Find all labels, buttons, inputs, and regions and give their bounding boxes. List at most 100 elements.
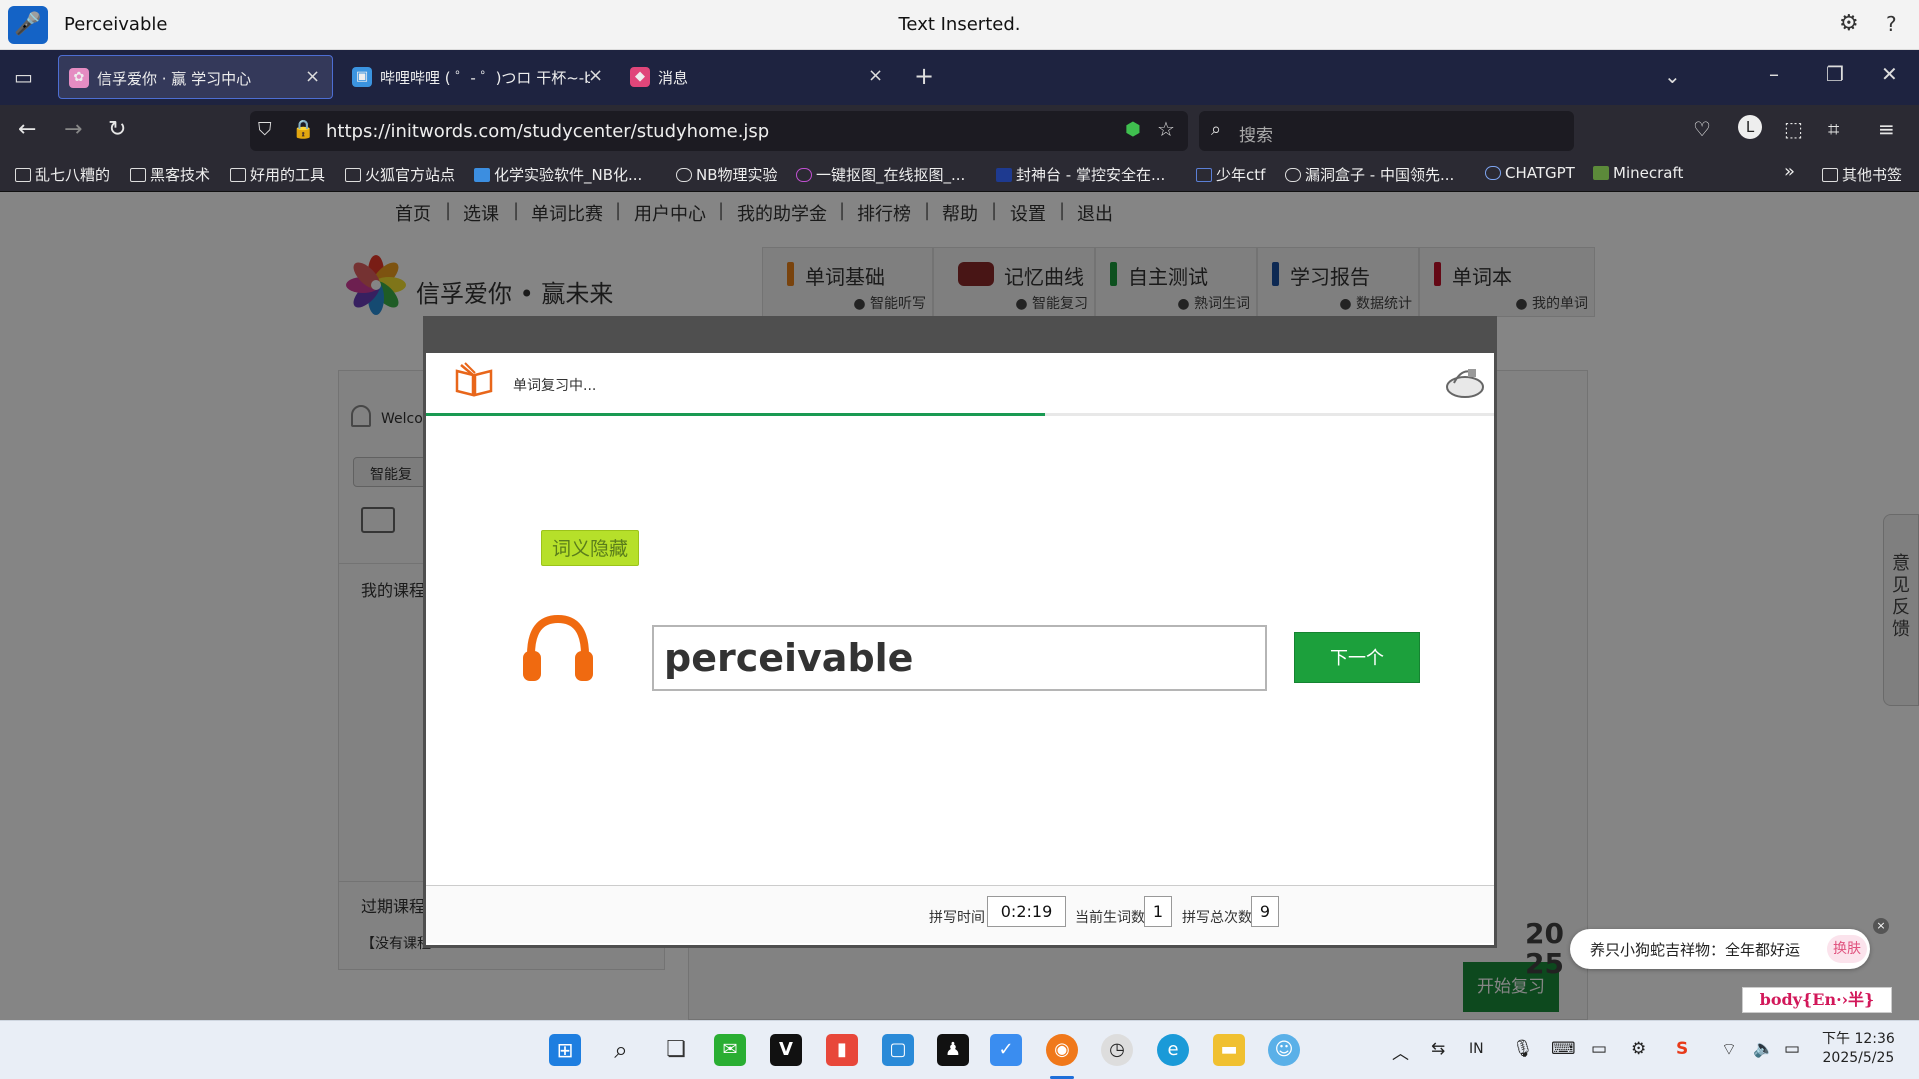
tray-switch-icon[interactable]: ⇆ bbox=[1431, 1039, 1445, 1059]
chevron-up-icon[interactable]: ︿ bbox=[1392, 1039, 1409, 1064]
restore-icon[interactable]: ❐ bbox=[1826, 62, 1844, 86]
wifi-icon[interactable]: ⌔ bbox=[1721, 1039, 1737, 1060]
feishu-icon[interactable]: ✓ bbox=[990, 1034, 1022, 1066]
spelling-time-label: 拼写时间 bbox=[929, 910, 985, 926]
bookmark-label: 化学实验软件_NB化... bbox=[494, 166, 643, 184]
ime-status-indicator[interactable]: body{En·›半} bbox=[1742, 987, 1892, 1013]
voice-access-icon[interactable]: ☺ bbox=[1268, 1034, 1300, 1066]
extension-js-icon[interactable]: ⬢ bbox=[1125, 119, 1141, 140]
tab-study-center[interactable]: ✿ 信孚爱你 · 赢 学习中心 × bbox=[58, 55, 333, 99]
headphones-icon[interactable] bbox=[521, 613, 595, 683]
chemistry-icon bbox=[474, 168, 490, 182]
edge-icon[interactable]: e bbox=[1157, 1034, 1189, 1066]
bookmark-link[interactable]: CHATGPT bbox=[1485, 164, 1575, 182]
qq-penguin-icon[interactable]: ♟ bbox=[937, 1034, 969, 1066]
tray-ime-icon[interactable]: IN bbox=[1469, 1041, 1484, 1057]
close-icon[interactable]: × bbox=[305, 66, 320, 87]
battery-icon[interactable]: ▭ bbox=[1784, 1039, 1800, 1059]
bilibili-favicon-icon: ▣ bbox=[352, 67, 372, 87]
close-icon[interactable]: × bbox=[868, 65, 883, 86]
wechat-icon[interactable]: ✉ bbox=[714, 1034, 746, 1066]
bookmark-folder[interactable]: 火狐官方站点 bbox=[345, 164, 455, 185]
vim-icon[interactable]: V bbox=[770, 1034, 802, 1066]
taskbar: ⊞ ⌕ ❏ ✉ V ▮ ▢ ♟ ✓ ◉ ◷ e ▬ ☺ ︿ ⇆ IN 🎙 ⌨ ▭… bbox=[0, 1020, 1919, 1079]
total-spellings-label: 拼写总次数 bbox=[1182, 910, 1252, 926]
shield-icon[interactable]: ⛉ bbox=[258, 119, 272, 140]
bookmark-folder[interactable]: 黑客技术 bbox=[130, 164, 210, 185]
minimize-icon[interactable]: – bbox=[1769, 62, 1779, 86]
reload-icon[interactable]: ↻ bbox=[108, 117, 126, 142]
folder-icon bbox=[15, 168, 31, 182]
extensions-icon[interactable]: ⬚ bbox=[1784, 117, 1803, 141]
gear-icon[interactable]: ⚙ bbox=[1839, 11, 1859, 36]
notes-app-icon[interactable]: ▮ bbox=[826, 1034, 858, 1066]
lock-icon[interactable]: 🔒 bbox=[292, 119, 314, 140]
bookmark-label: 漏洞盒子 - 中国领先... bbox=[1305, 166, 1455, 184]
help-icon[interactable]: ? bbox=[1886, 12, 1897, 36]
tab-bilibili[interactable]: ▣ 哔哩哔哩 ( ゜- ゜)つロ 干杯~-bil × bbox=[342, 55, 607, 99]
window-close-icon[interactable]: ✕ bbox=[1881, 62, 1898, 86]
tray-mic-icon[interactable]: 🎙 bbox=[1512, 1039, 1534, 1059]
search-icon[interactable]: ⌕ bbox=[605, 1034, 637, 1066]
url-bar[interactable]: ⛉ 🔒 https://initwords.com/studycenter/st… bbox=[250, 111, 1188, 151]
bookmark-folder[interactable]: 其他书签 bbox=[1822, 164, 1902, 185]
bookmark-folder[interactable]: 好用的工具 bbox=[230, 164, 325, 185]
tray-display-icon[interactable]: ▭ bbox=[1591, 1039, 1607, 1059]
bookmark-link[interactable]: 少年ctf bbox=[1196, 164, 1265, 185]
meaning-hidden-toggle[interactable]: 词义隐藏 bbox=[541, 530, 639, 566]
change-skin-button[interactable]: 换肤 bbox=[1827, 935, 1867, 963]
pronunciation-machine-icon[interactable] bbox=[1444, 363, 1486, 401]
firefox-icon[interactable]: ◉ bbox=[1046, 1034, 1078, 1066]
tab-messages[interactable]: ◆ 消息 × bbox=[620, 55, 890, 99]
tray-sogou-icon[interactable]: S bbox=[1676, 1039, 1688, 1059]
search-input[interactable]: 搜索 bbox=[1239, 121, 1273, 146]
spelling-input[interactable]: perceivable bbox=[652, 625, 1267, 691]
clock-app-icon[interactable]: ◷ bbox=[1101, 1034, 1133, 1066]
bookmark-link[interactable]: 化学实验软件_NB化... bbox=[474, 164, 642, 185]
close-icon[interactable]: × bbox=[588, 65, 603, 86]
volume-icon[interactable]: 🔈 bbox=[1753, 1039, 1774, 1059]
bookmark-star-icon[interactable]: ☆ bbox=[1157, 117, 1175, 141]
chatgpt-icon bbox=[1485, 166, 1501, 180]
next-word-button[interactable]: 下一个 bbox=[1294, 632, 1420, 683]
dialog-title-bar bbox=[426, 319, 1494, 353]
review-dialog: 单词复习中... 词义隐藏 perceivable 下一个 拼写时间 0:2:1… bbox=[423, 316, 1497, 948]
folder-icon bbox=[1822, 168, 1838, 182]
bookmark-label: 一键抠图_在线抠图_... bbox=[816, 166, 966, 184]
forward-icon[interactable]: → bbox=[64, 117, 82, 142]
crop-icon[interactable]: ⌗ bbox=[1828, 117, 1839, 141]
more-bookmarks-icon[interactable]: » bbox=[1784, 161, 1795, 182]
system-clock[interactable]: 下午 12:36 2025/5/25 bbox=[1822, 1030, 1895, 1068]
bookmark-link[interactable]: NB物理实验 bbox=[676, 164, 778, 185]
bookmark-link[interactable]: 封神台 - 掌控安全在... bbox=[996, 164, 1165, 185]
bookmark-folder[interactable]: 乱七八糟的 bbox=[15, 164, 110, 185]
tab-overview-icon[interactable]: ▭ bbox=[14, 65, 33, 89]
bookmark-link[interactable]: 漏洞盒子 - 中国领先... bbox=[1285, 164, 1454, 185]
back-icon[interactable]: ← bbox=[18, 117, 36, 142]
bookmark-link[interactable]: 一键抠图_在线抠图_... bbox=[796, 164, 965, 185]
search-bar[interactable]: ⌕ 搜索 bbox=[1199, 111, 1574, 151]
bookmark-link[interactable]: Minecraft bbox=[1593, 164, 1683, 182]
clock-date: 2025/5/25 bbox=[1822, 1050, 1895, 1066]
remote-desktop-icon[interactable]: ▢ bbox=[882, 1034, 914, 1066]
spelling-time-value: 0:2:19 bbox=[987, 896, 1066, 927]
new-tab-icon[interactable]: + bbox=[914, 62, 934, 90]
chevron-down-icon[interactable]: ⌄ bbox=[1664, 64, 1681, 88]
windows-start-icon[interactable]: ⊞ bbox=[549, 1034, 581, 1066]
url-text[interactable]: https://initwords.com/studycenter/studyh… bbox=[326, 121, 769, 142]
account-avatar-icon[interactable]: L bbox=[1738, 115, 1762, 139]
folder-icon bbox=[345, 168, 361, 182]
file-explorer-icon[interactable]: ▬ bbox=[1213, 1034, 1245, 1066]
physics-icon bbox=[676, 168, 692, 182]
bookmark-label: CHATGPT bbox=[1505, 164, 1575, 182]
tray-keyboard-icon[interactable]: ⌨ bbox=[1551, 1039, 1576, 1059]
tray-app-icon[interactable]: ⚙ bbox=[1631, 1039, 1646, 1059]
close-icon[interactable]: × bbox=[1873, 918, 1889, 934]
menu-icon[interactable]: ≡ bbox=[1878, 117, 1895, 141]
bookmark-label: 黑客技术 bbox=[150, 166, 211, 184]
pocket-icon[interactable]: ♡ bbox=[1693, 117, 1711, 141]
fengshentai-icon bbox=[996, 168, 1012, 182]
bookmark-label: 好用的工具 bbox=[250, 166, 326, 184]
task-view-icon[interactable]: ❏ bbox=[660, 1034, 692, 1066]
bookmarks-bar: 乱七八糟的 黑客技术 好用的工具 火狐官方站点 化学实验软件_NB化... NB… bbox=[0, 157, 1919, 192]
